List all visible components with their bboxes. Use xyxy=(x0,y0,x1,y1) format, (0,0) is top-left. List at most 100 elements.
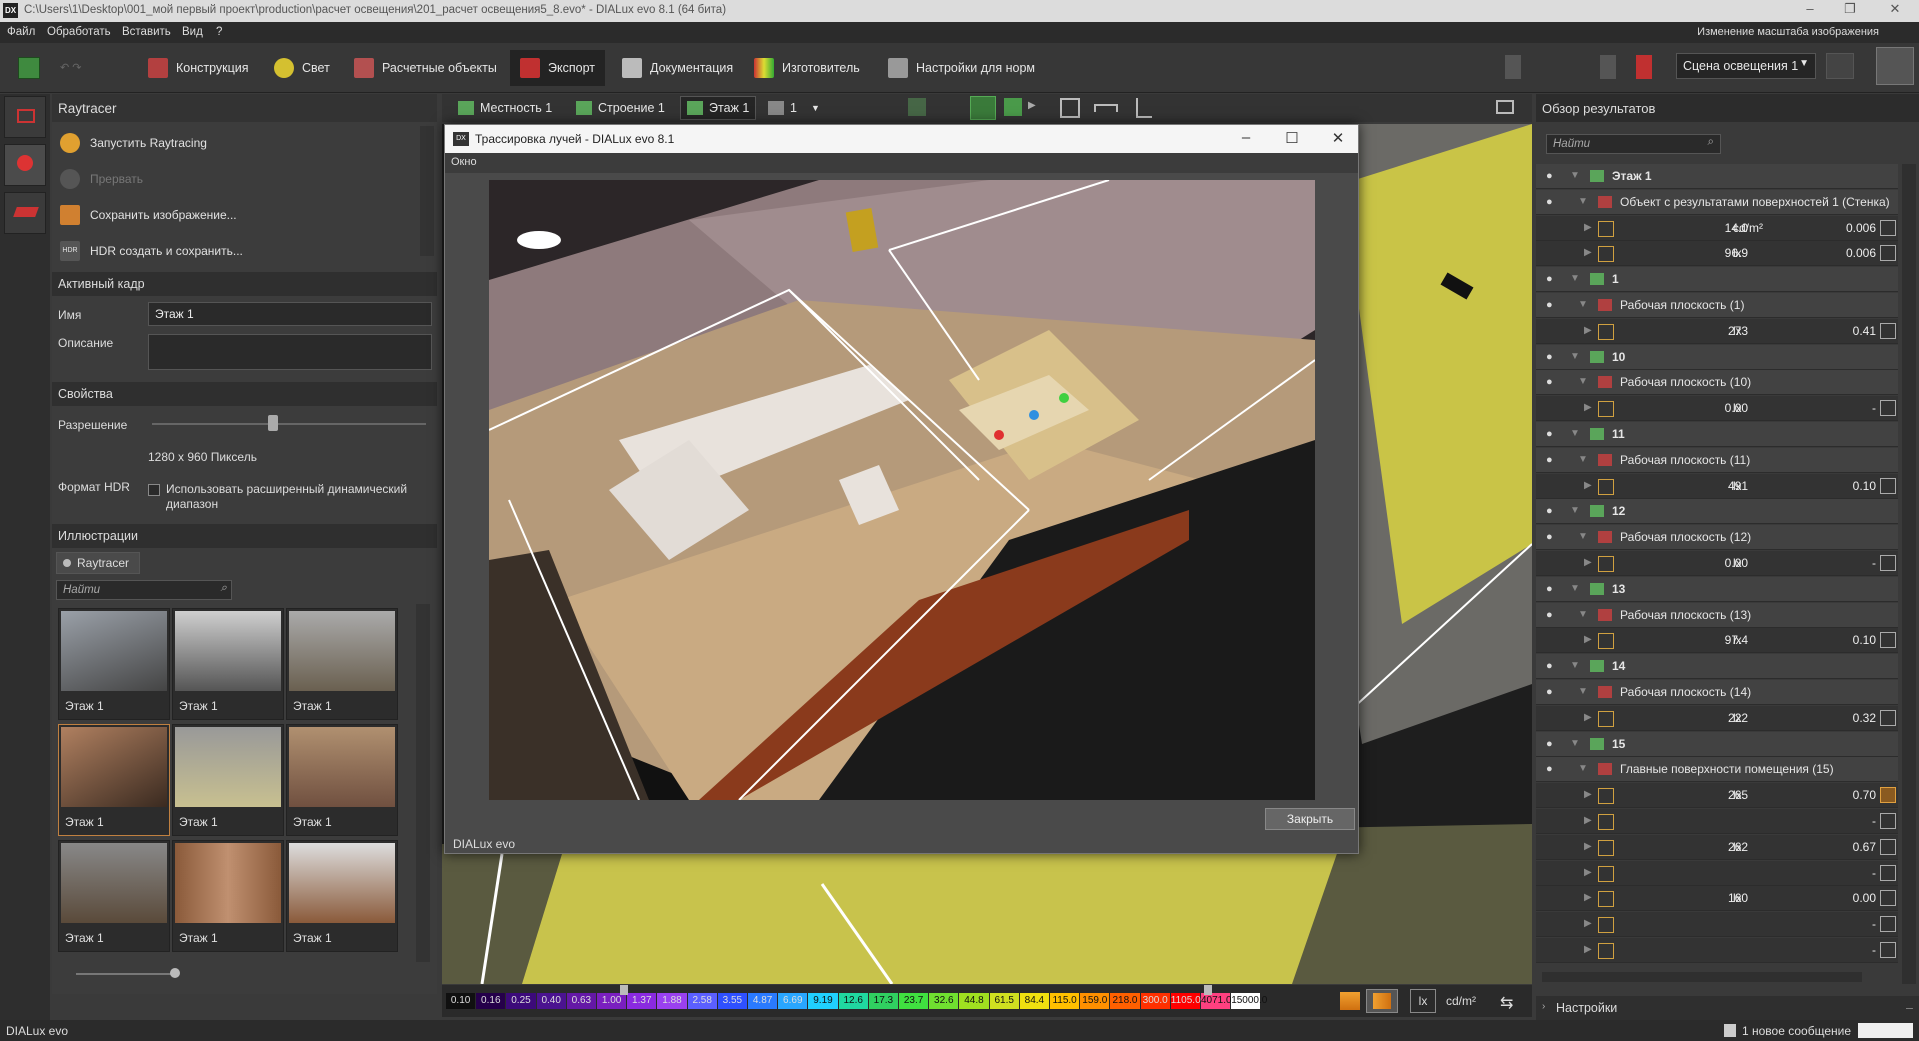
scene-select[interactable]: Сцена освещения 1 ▼ xyxy=(1676,53,1816,79)
menu-file[interactable]: Файл xyxy=(7,26,35,38)
screenshot-icon[interactable] xyxy=(4,96,46,138)
tree-value-row[interactable]: ▶ 14.0 cd/m² 0.006 xyxy=(1536,215,1898,241)
tree-object-row[interactable]: ● ▼ Объект с результатами поверхностей 1 (… xyxy=(1536,189,1898,215)
eye-icon[interactable]: ● xyxy=(1546,686,1558,698)
tree-value-row[interactable]: ▶ 0.00 lx - xyxy=(1536,396,1898,422)
tab-light[interactable]: Свет xyxy=(274,53,330,83)
chevron-right-icon[interactable]: ▶ xyxy=(1028,100,1036,111)
palette-icon[interactable] xyxy=(1340,992,1360,1010)
chart-icon[interactable] xyxy=(1880,890,1896,907)
chart-icon[interactable] xyxy=(1880,219,1896,236)
tab-room[interactable]: 1 ▼ xyxy=(762,96,826,120)
measure-icon[interactable] xyxy=(1094,104,1118,112)
chevron-down-icon[interactable]: ▼ xyxy=(1578,454,1588,465)
thumbs-scrollbar[interactable] xyxy=(416,604,430,962)
chevron-right-icon[interactable]: ▶ xyxy=(1584,918,1592,929)
results-search-input[interactable]: Найти ⌕ xyxy=(1546,134,1721,154)
eye-icon[interactable]: ● xyxy=(1546,454,1558,466)
tree-group-row[interactable]: ● ▼ 15 xyxy=(1536,731,1898,757)
tab-export[interactable]: Экспорт xyxy=(510,50,605,86)
eye-icon[interactable]: ● xyxy=(1546,505,1558,517)
maximize-button[interactable]: ❐ xyxy=(1835,1,1865,17)
results-h-scrollbar[interactable] xyxy=(1542,972,1862,982)
tree-group-row[interactable]: ● ▼ 14 xyxy=(1536,654,1898,680)
chevron-right-icon[interactable]: ▶ xyxy=(1584,892,1592,903)
menu-edit[interactable]: Обработать xyxy=(47,26,111,38)
undo-redo-icon[interactable]: ↶ ↷ xyxy=(60,61,120,75)
eye-icon[interactable]: ● xyxy=(1546,299,1558,311)
tree-group-row[interactable]: ● ▼ 10 xyxy=(1536,344,1898,370)
chevron-down-icon[interactable]: ▼ xyxy=(1578,531,1588,542)
resolution-slider[interactable] xyxy=(152,423,426,425)
chart-icon[interactable] xyxy=(1880,322,1896,339)
tree-group-row[interactable]: ● ▼ 13 xyxy=(1536,576,1898,602)
chevron-down-icon[interactable]: ▼ xyxy=(1570,738,1580,749)
scale-max-handle[interactable] xyxy=(1204,985,1212,995)
thumbnail[interactable]: Этаж 1 xyxy=(58,724,170,836)
tree-object-row[interactable]: ● ▼ Рабочая плоскость (13) xyxy=(1536,602,1898,628)
start-raytracing-button[interactable]: Запустить Raytracing xyxy=(52,126,422,160)
tab-norm-settings[interactable]: Настройки для норм xyxy=(888,53,1035,83)
menu-view[interactable]: Вид xyxy=(182,26,203,38)
chevron-right-icon[interactable]: ▶ xyxy=(1584,815,1592,826)
dialog-close-button-bottom[interactable]: Закрыть xyxy=(1265,808,1355,830)
chevron-down-icon[interactable]: ▼ xyxy=(1570,583,1580,594)
eye-icon[interactable]: ● xyxy=(1546,738,1558,750)
chart-icon[interactable] xyxy=(1880,942,1896,958)
doc-icon[interactable] xyxy=(1505,55,1521,79)
chevron-down-icon[interactable] xyxy=(926,102,938,114)
tree-value-row[interactable]: ▶ 262 lx 0.67 xyxy=(1536,834,1898,860)
chevron-down-icon[interactable]: ▼ xyxy=(1578,376,1588,387)
chevron-right-icon[interactable]: ▶ xyxy=(1584,402,1592,413)
tab-construction[interactable]: Конструкция xyxy=(148,53,249,83)
chart-icon[interactable] xyxy=(1880,838,1896,855)
eye-icon[interactable]: ● xyxy=(1546,376,1558,388)
chevron-down-icon[interactable]: ▼ xyxy=(1570,170,1580,181)
chart-icon[interactable] xyxy=(1880,916,1896,933)
chevron-right-icon[interactable]: ▶ xyxy=(1584,480,1592,491)
chart-icon[interactable] xyxy=(1880,555,1896,571)
chevron-down-icon[interactable]: ▼ xyxy=(1570,351,1580,362)
chevron-right-icon[interactable]: ▶ xyxy=(1584,944,1592,955)
chevron-down-icon[interactable]: ▼ xyxy=(1570,428,1580,439)
dialog-minimize-button[interactable]: – xyxy=(1231,129,1261,146)
tree-value-row[interactable]: ▶ 0.00 lx - xyxy=(1536,551,1898,576)
tree-object-row[interactable]: ● ▼ Рабочая плоскость (12) xyxy=(1536,525,1898,551)
chevron-right-icon[interactable]: ▶ xyxy=(1584,841,1592,852)
tab-documentation[interactable]: Документация xyxy=(622,53,733,83)
chevron-down-icon[interactable]: ▼ xyxy=(1578,686,1588,697)
close-button[interactable]: ✕ xyxy=(1880,1,1910,17)
chevron-right-icon[interactable]: ▶ xyxy=(1584,867,1592,878)
eye-icon[interactable]: ● xyxy=(1546,273,1558,285)
thumbnail[interactable]: Этаж 1 xyxy=(58,608,170,720)
tab-manufacturer[interactable]: Изготовитель xyxy=(754,53,860,83)
settings-section[interactable]: › Настройки – xyxy=(1536,996,1919,1020)
scene-icon[interactable] xyxy=(1826,53,1854,79)
resolution-slider-handle[interactable] xyxy=(268,415,278,431)
tree-value-row[interactable]: ▶ - xyxy=(1536,809,1898,834)
thumbnail[interactable]: Этаж 1 xyxy=(172,608,284,720)
monitor-icon[interactable] xyxy=(1496,100,1514,114)
tree-value-row[interactable]: ▶ 273 lx 0.41 xyxy=(1536,318,1898,344)
eye-icon[interactable]: ● xyxy=(1546,763,1558,775)
chevron-right-icon[interactable]: ▶ xyxy=(1584,222,1592,233)
tree-value-row[interactable]: ▶ 491 lx 0.10 xyxy=(1536,473,1898,499)
thumbnail[interactable]: Этаж 1 xyxy=(172,840,284,952)
tree-group-row[interactable]: ● ▼ Этаж 1 xyxy=(1536,164,1898,189)
eye-icon[interactable]: ● xyxy=(1546,351,1558,363)
dialog-close-button[interactable]: ✕ xyxy=(1323,129,1353,147)
minimize-button[interactable]: – xyxy=(1795,1,1825,16)
thumb-size-slider[interactable] xyxy=(56,966,206,982)
raytracer-icon[interactable] xyxy=(4,144,46,186)
chevron-right-icon[interactable]: ▶ xyxy=(1584,325,1592,336)
status-messages[interactable]: 1 новое сообщение xyxy=(1742,1024,1851,1038)
dialog-maximize-button[interactable]: ☐ xyxy=(1277,129,1307,147)
chart-icon[interactable] xyxy=(1880,709,1896,726)
eye-icon[interactable]: ● xyxy=(1546,428,1558,440)
eye-icon[interactable]: ● xyxy=(1546,609,1558,621)
tree-object-row[interactable]: ● ▼ Рабочая плоскость (1) xyxy=(1536,293,1898,318)
tree-group-row[interactable]: ● ▼ 12 xyxy=(1536,499,1898,525)
chart-icon[interactable] xyxy=(1880,787,1896,804)
actions-scrollbar[interactable] xyxy=(420,126,434,256)
materials-icon[interactable] xyxy=(1876,47,1914,85)
